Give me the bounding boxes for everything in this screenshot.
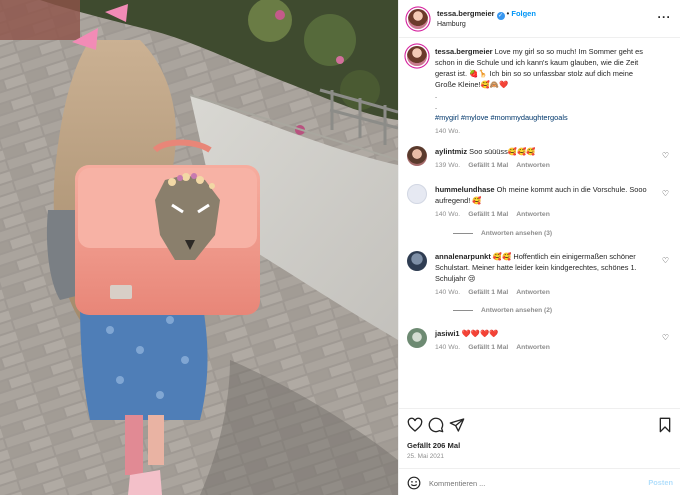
comment-avatar[interactable] (407, 184, 427, 204)
caption-time: 140 Wo. (435, 128, 461, 135)
bookmark-icon[interactable] (657, 417, 673, 433)
comment-username[interactable]: annalenarpunkt (435, 252, 491, 261)
view-replies-button[interactable]: Antworten ansehen (2) (453, 307, 552, 314)
post-header: tessa.bergmeier ✓ • Folgen Hamburg ··· (399, 0, 680, 38)
author-line: tessa.bergmeier ✓ • Folgen (437, 9, 536, 20)
more-options-icon[interactable]: ··· (658, 10, 672, 24)
comments-list[interactable]: tessa.bergmeier Love my girl so so much!… (399, 38, 680, 408)
comment-composer: Posten (399, 468, 680, 495)
comment-likes[interactable]: Gefällt 1 Mal (468, 211, 508, 218)
comment-time: 140 Wo. (435, 289, 461, 296)
comment-username[interactable]: aylintmiz (435, 147, 467, 156)
heart-icon[interactable] (407, 417, 423, 433)
comment-reply-button[interactable]: Antworten (516, 289, 550, 296)
comment-item: jasiwi1 ❤️❤️❤️❤️ 140 Wo. Gefällt 1 Mal Ant… (407, 328, 669, 358)
caption-dot-1: . (435, 91, 438, 100)
share-icon[interactable] (449, 417, 465, 433)
comment-reply-button[interactable]: Antworten (516, 162, 550, 169)
likes-count[interactable]: Gefällt 206 Mal (407, 441, 460, 450)
comment-heart-icon[interactable]: ♡ (662, 256, 669, 265)
comment-likes[interactable]: Gefällt 1 Mal (468, 289, 508, 296)
comment-avatar[interactable] (407, 251, 427, 271)
instagram-post: tessa.bergmeier ✓ • Folgen Hamburg ··· tess… (0, 0, 680, 495)
comment-body: annalenarpunkt 🥰🥰 Hoffentlich ein einige… (435, 251, 655, 298)
comment-heart-icon[interactable]: ♡ (662, 333, 669, 342)
comment-meta: 140 Wo. Gefällt 1 Mal Antworten (435, 209, 655, 220)
caption-avatar[interactable] (407, 46, 427, 66)
caption: tessa.bergmeier Love my girl so so much!… (407, 46, 669, 136)
comment-meta: 139 Wo. Gefällt 1 Mal Antworten (435, 160, 655, 171)
comment-likes[interactable]: Gefällt 1 Mal (468, 344, 508, 351)
photo-girl-pink-backpack (0, 0, 398, 495)
caption-hashtags[interactable]: #mygirl #mylove #mommydaughtergoals (435, 112, 655, 123)
comment-username[interactable]: hummelundhase (435, 185, 495, 194)
view-replies-button[interactable]: Antworten ansehen (3) (453, 230, 552, 237)
caption-meta: 140 Wo. (435, 126, 655, 137)
post-comment-button[interactable]: Posten (648, 478, 673, 487)
comment-body: hummelundhase Oh meine kommt auch in die… (435, 184, 655, 220)
comment-username[interactable]: jasiwi1 (435, 329, 460, 338)
comment-item: annalenarpunkt 🥰🥰 Hoffentlich ein einige… (407, 251, 669, 301)
comment-heart-icon[interactable]: ♡ (662, 151, 669, 160)
comment-item: hummelundhase Oh meine kommt auch in die… (407, 184, 669, 230)
author-username[interactable]: tessa.bergmeier (437, 9, 495, 18)
caption-dot-2: . (435, 102, 438, 111)
comment-icon[interactable] (428, 417, 444, 433)
verified-badge-icon: ✓ (496, 12, 505, 20)
comment-text: ❤️❤️❤️❤️ (461, 329, 499, 338)
comment-time: 140 Wo. (435, 211, 461, 218)
comment-heart-icon[interactable]: ♡ (662, 189, 669, 198)
emoji-icon[interactable] (407, 476, 421, 490)
post-date: 25. Mai 2021 (407, 453, 444, 460)
comment-text: Soo süüüss🥰🥰🥰 (469, 147, 536, 156)
comment-avatar[interactable] (407, 146, 427, 166)
comment-reply-button[interactable]: Antworten (516, 211, 550, 218)
comment-reply-button[interactable]: Antworten (516, 344, 550, 351)
post-photo[interactable] (0, 0, 398, 495)
comment-body: aylintmiz Soo süüüss🥰🥰🥰 139 Wo. Gefällt 1… (435, 146, 655, 171)
comment-time: 139 Wo. (435, 162, 461, 169)
separator-dot: • (506, 9, 510, 18)
caption-username[interactable]: tessa.bergmeier (435, 47, 493, 56)
comment-time: 140 Wo. (435, 344, 461, 351)
location-link[interactable]: Hamburg (437, 21, 466, 28)
comment-meta: 140 Wo. Gefällt 1 Mal Antworten (435, 287, 655, 298)
post-sidebar: tessa.bergmeier ✓ • Folgen Hamburg ··· tess… (398, 0, 680, 495)
post-actions: Gefällt 206 Mal 25. Mai 2021 (399, 408, 680, 464)
comment-body: jasiwi1 ❤️❤️❤️❤️ 140 Wo. Gefällt 1 Mal Ant… (435, 328, 655, 353)
caption-body: tessa.bergmeier Love my girl so so much!… (435, 46, 655, 137)
comment-item: aylintmiz Soo süüüss🥰🥰🥰 139 Wo. Gefällt 1… (407, 146, 669, 180)
author-avatar[interactable] (408, 9, 428, 29)
comment-avatar[interactable] (407, 328, 427, 348)
comment-likes[interactable]: Gefällt 1 Mal (468, 162, 508, 169)
follow-button[interactable]: Folgen (511, 9, 536, 18)
comment-meta: 140 Wo. Gefällt 1 Mal Antworten (435, 342, 655, 353)
comment-input[interactable] (429, 477, 629, 489)
